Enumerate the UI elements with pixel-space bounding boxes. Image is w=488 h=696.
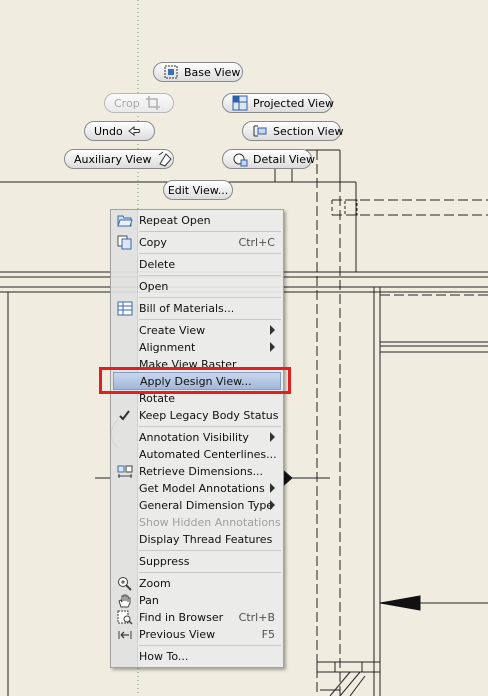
menu-item-find-in-browser[interactable]: Find in Browser Ctrl+B [113, 609, 281, 626]
menu-item-copy[interactable]: Copy Ctrl+C [113, 234, 281, 251]
menu-item-delete[interactable]: Delete [113, 256, 281, 273]
menu-item-get-model-annotations[interactable]: Get Model Annotations [113, 480, 281, 497]
submenu-arrow-icon [270, 342, 275, 352]
undo-button[interactable]: Undo [84, 121, 155, 141]
base-view-icon [163, 64, 179, 80]
menu-item-annotation-visibility[interactable]: Annotation Visibility [113, 429, 281, 446]
menu-item-previous-view[interactable]: Previous View F5 [113, 626, 281, 643]
previous-view-icon [117, 627, 133, 642]
retrieve-dimensions-icon [117, 464, 133, 479]
menu-item-display-thread-features[interactable]: Display Thread Features [113, 531, 281, 548]
menu-separator [139, 297, 281, 298]
menu-item-how-to[interactable]: How To... [113, 648, 281, 665]
menu-item-show-hidden-annotations: Show Hidden Annotations [139, 516, 281, 529]
projected-view-button[interactable]: Projected View [222, 93, 334, 113]
menu-item-keep-legacy-body-status[interactable]: Keep Legacy Body Status [113, 407, 281, 424]
base-view-label: Base View [184, 65, 241, 79]
crop-icon [145, 95, 161, 111]
bill-of-materials-icon [117, 301, 133, 316]
menu-item-bill-of-materials[interactable]: Bill of Materials... [113, 300, 281, 317]
auxiliary-view-icon [157, 151, 173, 167]
checkmark-icon [117, 408, 133, 423]
find-in-browser-icon [117, 610, 133, 625]
detail-view-icon [232, 151, 248, 167]
submenu-arrow-icon [270, 432, 275, 442]
section-view-icon [252, 123, 268, 139]
edit-view-label: Edit View... [167, 183, 229, 197]
submenu-arrow-icon [270, 325, 275, 335]
base-view-button[interactable]: Base View [153, 62, 243, 82]
menu-item-pan[interactable]: Pan [113, 592, 281, 609]
menu-separator [139, 253, 281, 254]
menu-item-repeat-open[interactable]: Repeat Open [113, 212, 281, 229]
edit-view-button[interactable]: Edit View... [163, 180, 233, 200]
auxiliary-view-button[interactable]: Auxiliary View [64, 149, 174, 169]
menu-separator [139, 319, 281, 320]
menu-item-suppress[interactable]: Suppress [113, 553, 281, 570]
copy-icon [117, 235, 133, 250]
menu-item-zoom[interactable]: Zoom [113, 575, 281, 592]
section-view-button[interactable]: Section View [242, 121, 344, 141]
undo-icon [127, 123, 144, 139]
auxiliary-view-label: Auxiliary View [74, 152, 152, 166]
submenu-arrow-icon [270, 483, 275, 493]
menu-separator [139, 231, 281, 232]
menu-separator [139, 645, 281, 646]
projected-view-icon [232, 95, 248, 111]
crop-button[interactable]: Crop [104, 93, 174, 113]
menu-separator [139, 275, 281, 276]
zoom-icon [117, 576, 133, 591]
open-folder-icon [117, 213, 133, 228]
crop-label: Crop [114, 96, 140, 110]
detail-view-button[interactable]: Detail View [222, 149, 316, 169]
menu-separator [139, 572, 281, 573]
projected-view-label: Projected View [253, 96, 334, 110]
menu-item-automated-centerlines[interactable]: Automated Centerlines... [113, 446, 281, 463]
section-view-label: Section View [273, 124, 344, 138]
context-menu: Repeat Open Copy Ctrl+C Delete Open Bill… [110, 209, 284, 668]
submenu-arrow-icon [270, 500, 275, 510]
menu-separator [139, 550, 281, 551]
pan-hand-icon [117, 593, 133, 608]
menu-item-open[interactable]: Open [113, 278, 281, 295]
menu-item-general-dimension-type[interactable]: General Dimension Type [113, 497, 281, 514]
menu-item-alignment[interactable]: Alignment [113, 339, 281, 356]
menu-item-create-view[interactable]: Create View [113, 322, 281, 339]
menu-item-apply-design-view[interactable]: Apply Design View... [113, 372, 281, 390]
menu-separator [139, 426, 281, 427]
menu-item-make-view-raster[interactable]: Make View Raster [113, 356, 281, 368]
detail-view-label: Detail View [253, 152, 316, 166]
menu-item-retrieve-dimensions[interactable]: Retrieve Dimensions... [113, 463, 281, 480]
undo-label: Undo [94, 124, 123, 138]
menu-item-rotate[interactable]: Rotate [113, 390, 281, 407]
